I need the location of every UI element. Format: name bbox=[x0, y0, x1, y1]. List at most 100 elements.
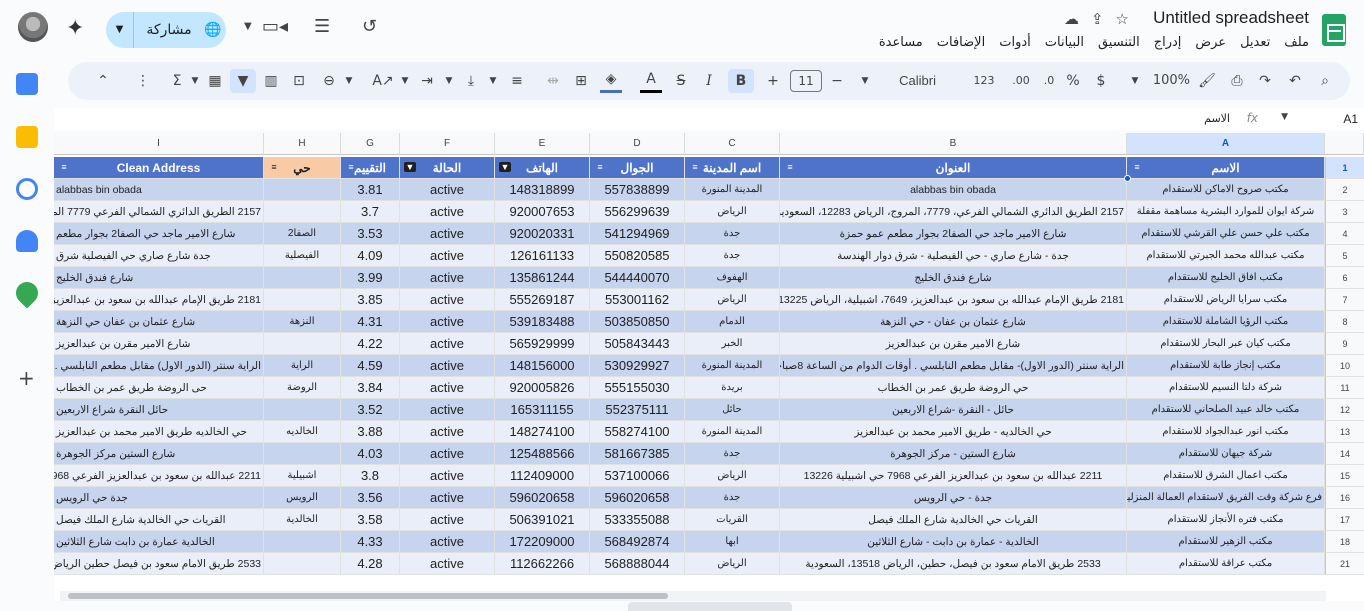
header-cell-e[interactable]: الهاتف ▼ bbox=[495, 157, 590, 179]
row-header[interactable]: 8 bbox=[1325, 311, 1364, 333]
cell-a[interactable]: مكتب سرايا الرياض للاستقدام bbox=[1127, 289, 1325, 311]
cell-h[interactable] bbox=[264, 443, 341, 465]
cell-c[interactable]: جدة bbox=[685, 223, 780, 245]
cell-f[interactable]: active bbox=[400, 333, 495, 355]
maps-icon[interactable] bbox=[11, 277, 43, 309]
cell-a[interactable]: مكتب خالد عبيد الصلحاني للاستقدام bbox=[1127, 399, 1325, 421]
cell-e[interactable]: 148156000 bbox=[495, 355, 590, 377]
cell-h[interactable]: الراية bbox=[264, 355, 341, 377]
cell-h[interactable]: الصفا2 bbox=[264, 223, 341, 245]
cell-a[interactable]: مكتب علي حسن علي القرشي للاستقدام bbox=[1127, 223, 1325, 245]
row-header[interactable]: 4 bbox=[1325, 223, 1364, 245]
column-header-d[interactable]: D bbox=[590, 133, 685, 155]
paint-format-icon[interactable]: 🖌 bbox=[1196, 69, 1218, 93]
header-cell-f[interactable]: الحالة ▼ bbox=[400, 157, 495, 179]
decrease-font-size-icon[interactable]: − bbox=[826, 69, 848, 93]
row-header[interactable]: 10 bbox=[1325, 355, 1364, 377]
v-align-dropdown-icon[interactable]: ▼ bbox=[438, 69, 460, 93]
cell-c[interactable]: الدمام bbox=[685, 311, 780, 333]
cell-b[interactable]: شارع فندق الخليج bbox=[780, 267, 1127, 289]
header-cell-d[interactable]: الجوال ≡ bbox=[590, 157, 685, 179]
cell-f[interactable]: active bbox=[400, 399, 495, 421]
add-addon-icon[interactable]: + bbox=[18, 366, 35, 390]
header-cell-h[interactable]: حي ≡ bbox=[264, 157, 341, 179]
cell-a[interactable]: مكتب فتره الأنجاز للاستقدام bbox=[1127, 509, 1325, 531]
video-call-icon[interactable]: ▭◂ bbox=[262, 16, 288, 37]
keep-icon[interactable] bbox=[16, 126, 38, 148]
cell-c[interactable]: الرياض bbox=[685, 465, 780, 487]
zoom-dropdown-icon[interactable]: ▼ bbox=[1124, 69, 1146, 93]
scrollbar-thumb[interactable] bbox=[68, 593, 668, 599]
number-format-button[interactable]: 123 bbox=[973, 69, 995, 93]
cell-d[interactable]: 555155030 bbox=[590, 377, 685, 399]
sheet-grid[interactable]: A B C D E F G H I 1 الاسم ≡ العنوان ≡ اسم المدينة ≡ الجو… bbox=[54, 133, 1364, 601]
cell-h[interactable]: النزهة bbox=[264, 311, 341, 333]
cell-i[interactable]: الخالدية عمارة بن دابت شارع الثلاثين bbox=[54, 531, 264, 553]
cloud-status-icon[interactable]: ☁ bbox=[1064, 10, 1079, 28]
redo-icon[interactable]: ↷ bbox=[1254, 69, 1276, 93]
cell-d[interactable]: 556299639 bbox=[590, 201, 685, 223]
undo-icon[interactable]: ↶ bbox=[1284, 69, 1306, 93]
horizontal-align-icon[interactable]: ≡ bbox=[506, 69, 528, 93]
filter-toggle-icon[interactable]: ≡ bbox=[345, 162, 357, 172]
row-header[interactable]: 16 bbox=[1325, 487, 1364, 509]
cell-e[interactable]: 148274100 bbox=[495, 421, 590, 443]
cell-h[interactable]: الخالديه bbox=[264, 421, 341, 443]
font-family-select[interactable]: Calibri bbox=[899, 69, 936, 93]
cell-g[interactable]: 4.09 bbox=[341, 245, 400, 267]
cell-e[interactable]: 539183488 bbox=[495, 311, 590, 333]
column-header-c[interactable]: C bbox=[685, 133, 780, 155]
star-icon[interactable]: ☆ bbox=[1116, 10, 1129, 28]
cell-e[interactable]: 555269187 bbox=[495, 289, 590, 311]
document-title[interactable]: Untitled spreadsheet bbox=[1153, 8, 1309, 28]
cell-h[interactable] bbox=[264, 289, 341, 311]
cell-c[interactable]: المدينة المنورة bbox=[685, 421, 780, 443]
text-wrapping-icon[interactable]: ⇥ bbox=[416, 69, 438, 93]
cell-f[interactable]: active bbox=[400, 289, 495, 311]
cell-h[interactable]: الخالدية bbox=[264, 509, 341, 531]
cell-d[interactable]: 550820585 bbox=[590, 245, 685, 267]
wrap-dropdown-icon[interactable]: ▼ bbox=[394, 69, 416, 93]
cell-e[interactable]: 506391021 bbox=[495, 509, 590, 531]
row-header[interactable]: 15 bbox=[1325, 465, 1364, 487]
menu-view[interactable]: عرض bbox=[1195, 35, 1226, 50]
cell-e[interactable]: 112662266 bbox=[495, 553, 590, 575]
cell-i[interactable]: 2211 عبدالله بن سعود بن عبدالعزيز الفرعي… bbox=[54, 465, 264, 487]
cell-c[interactable]: بريدة bbox=[685, 377, 780, 399]
cell-b[interactable]: حي الخالديه - طريق الامير محمد بن عبدالع… bbox=[780, 421, 1127, 443]
cell-i[interactable]: alabbas bin obada bbox=[54, 179, 264, 201]
sheets-logo-icon[interactable] bbox=[1322, 14, 1346, 46]
cell-d[interactable]: 553001162 bbox=[590, 289, 685, 311]
cell-f[interactable]: active bbox=[400, 201, 495, 223]
row-header[interactable]: 18 bbox=[1325, 531, 1364, 553]
cell-h[interactable]: الرويس bbox=[264, 487, 341, 509]
row-header[interactable]: 7 bbox=[1325, 289, 1364, 311]
cell-i[interactable]: شارع الستين مركز الجوهرة bbox=[54, 443, 264, 465]
version-history-icon[interactable]: ↺ bbox=[362, 16, 377, 37]
cell-f[interactable]: active bbox=[400, 245, 495, 267]
cell-h[interactable] bbox=[264, 553, 341, 575]
cell-b[interactable]: alabbas bin obada bbox=[780, 179, 1127, 201]
column-header-i[interactable]: I bbox=[54, 133, 264, 155]
column-header-f[interactable]: F bbox=[400, 133, 495, 155]
increase-decimal-button[interactable]: .00 bbox=[1010, 69, 1032, 93]
cell-c[interactable]: جدة bbox=[685, 443, 780, 465]
row-header[interactable]: 13 bbox=[1325, 421, 1364, 443]
collapse-toolbar-icon[interactable]: ⌃ bbox=[92, 69, 114, 93]
cell-e[interactable]: 125488566 bbox=[495, 443, 590, 465]
cell-a[interactable]: فرع شركة وقت الفريق لاستقدام العمالة الم… bbox=[1127, 487, 1325, 509]
cell-a[interactable]: مكتب صروح الاماكن للاستقدام bbox=[1127, 179, 1325, 201]
cell-d[interactable]: 537100066 bbox=[590, 465, 685, 487]
cell-a[interactable]: مكتب عبدالله محمد الجبرتي للاستقدام bbox=[1127, 245, 1325, 267]
avatar[interactable] bbox=[18, 12, 48, 42]
cell-i[interactable]: شارع الامير مقرن بن عبدالعزيز bbox=[54, 333, 264, 355]
row-header[interactable]: 6 bbox=[1325, 267, 1364, 289]
cell-c[interactable]: الخبر bbox=[685, 333, 780, 355]
cell-g[interactable]: 3.53 bbox=[341, 223, 400, 245]
calendar-icon[interactable] bbox=[16, 73, 38, 95]
cell-b[interactable]: 2211 عبدالله بن سعود بن عبدالعزيز الفرعي… bbox=[780, 465, 1127, 487]
cell-f[interactable]: active bbox=[400, 355, 495, 377]
cell-g[interactable]: 4.31 bbox=[341, 311, 400, 333]
menu-extensions[interactable]: الإضافات bbox=[937, 35, 985, 50]
cell-f[interactable]: active bbox=[400, 377, 495, 399]
